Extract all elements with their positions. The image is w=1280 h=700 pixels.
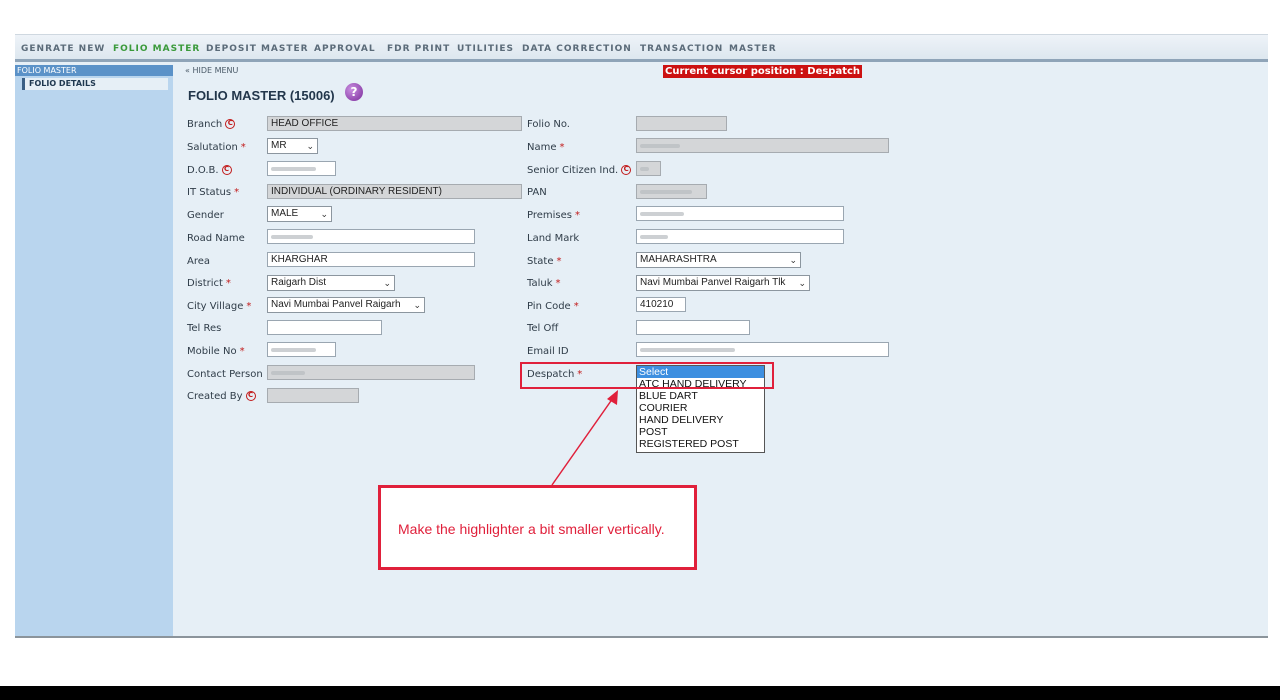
mobile-no-label: Mobile No * [187,346,245,357]
despatch-option[interactable]: BLUE DART [637,390,764,402]
menu-approval[interactable]: APPROVAL [314,44,376,54]
contact-person-field [267,365,475,380]
menu-folio-master[interactable]: FOLIO MASTER [113,44,200,54]
created-by-label: Created By C [187,391,256,402]
folio-no-field [636,116,727,131]
menu-transaction[interactable]: TRANSACTION [640,44,723,54]
annotation-callout: Make the highlighter a bit smaller verti… [378,485,697,570]
chevron-down-icon: ⌄ [789,255,797,265]
dob-field[interactable] [267,161,336,176]
tel-res-field[interactable] [267,320,382,335]
tel-res-label: Tel Res [187,323,222,334]
menu-fdr-print[interactable]: FDR PRINT [387,44,450,54]
district-label: District * [187,278,231,289]
state-select[interactable]: MAHARASHTRA ⌄ [636,252,801,268]
menu-utilities[interactable]: UTILITIES [457,44,514,54]
senior-citizen-field [636,161,661,176]
branch-field: HEAD OFFICE [267,116,522,131]
dob-label: D.O.B. C [187,165,232,176]
taluk-select[interactable]: Navi Mumbai Panvel Raigarh Tlk ⌄ [636,275,810,291]
bottom-black-bar [0,686,1280,700]
it-status-field: INDIVIDUAL (ORDINARY RESIDENT) [267,184,522,199]
city-village-label: City Village * [187,301,252,312]
it-status-label: IT Status * [187,187,240,198]
salutation-select[interactable]: MR ⌄ [267,138,318,154]
road-name-label: Road Name [187,233,245,244]
pin-code-label: Pin Code * [527,301,579,312]
pin-code-field[interactable]: 410210 [636,297,686,312]
sidebar: FOLIO MASTER FOLIO DETAILS [15,65,173,636]
despatch-option[interactable]: POST [637,426,764,438]
city-village-select[interactable]: Navi Mumbai Panvel Raigarh ⌄ [267,297,425,313]
email-id-field[interactable] [636,342,889,357]
chevron-down-icon: ⌄ [413,300,421,310]
despatch-option[interactable]: REGISTERED POST [637,438,764,450]
area-label: Area [187,256,211,267]
menu-data-correction[interactable]: DATA CORRECTION [522,44,632,54]
mobile-no-field[interactable] [267,342,336,357]
taluk-label: Taluk * [527,278,561,289]
email-id-label: Email ID [527,346,569,357]
despatch-option[interactable]: ATC HAND DELIVERY [637,378,764,390]
despatch-dropdown-list[interactable]: Select ATC HAND DELIVERY BLUE DART COURI… [636,365,765,453]
folio-no-label: Folio No. [527,119,570,130]
name-field [636,138,889,153]
despatch-label: Despatch * [527,369,583,380]
salutation-label: Salutation * [187,142,246,153]
top-menu-bar: GENRATE NEW FOLIO MASTER DEPOSIT MASTER … [15,34,1268,62]
chevron-down-icon: ⌄ [306,141,314,151]
menu-genrate-new[interactable]: GENRATE NEW [21,44,105,54]
menu-deposit-master[interactable]: DEPOSIT MASTER [206,44,309,54]
land-mark-label: Land Mark [527,233,580,244]
chevron-down-icon: ⌄ [383,278,391,288]
created-by-field [267,388,359,403]
pan-label: PAN [527,187,547,198]
despatch-option[interactable]: HAND DELIVERY [637,414,764,426]
sidebar-header: FOLIO MASTER [15,65,173,76]
gender-label: Gender [187,210,224,221]
premises-label: Premises * [527,210,580,221]
menu-master[interactable]: MASTER [729,44,777,54]
tel-off-label: Tel Off [527,323,559,334]
help-icon[interactable]: ? [345,83,363,101]
land-mark-field[interactable] [636,229,844,244]
area-field[interactable]: KHARGHAR [267,252,475,267]
tel-off-field[interactable] [636,320,750,335]
c-icon: C [225,119,236,129]
gender-select[interactable]: MALE ⌄ [267,206,332,222]
c-icon: C [221,165,232,175]
page-title: FOLIO MASTER (15006) [188,88,335,103]
despatch-option[interactable]: COURIER [637,402,764,414]
despatch-option[interactable]: Select [637,366,764,378]
premises-field[interactable] [636,206,844,221]
road-name-field[interactable] [267,229,475,244]
name-label: Name * [527,142,565,153]
contact-person-label: Contact Person [187,369,263,380]
hide-menu-link[interactable]: « HIDE MENU [185,66,238,75]
chevron-down-icon: ⌄ [320,209,328,219]
c-icon: C [245,391,256,401]
state-label: State * [527,256,562,267]
chevron-down-icon: ⌄ [798,278,806,288]
c-icon: C [621,165,632,175]
sidebar-item-folio-details[interactable]: FOLIO DETAILS [22,78,168,90]
cursor-position-banner: Current cursor position : Despatch [663,65,863,78]
district-select[interactable]: Raigarh Dist ⌄ [267,275,395,291]
senior-citizen-label: Senior Citizen Ind. C [527,165,632,176]
branch-label: Branch C [187,119,236,130]
pan-field [636,184,707,199]
annotation-text: Make the highlighter a bit smaller verti… [398,521,665,537]
